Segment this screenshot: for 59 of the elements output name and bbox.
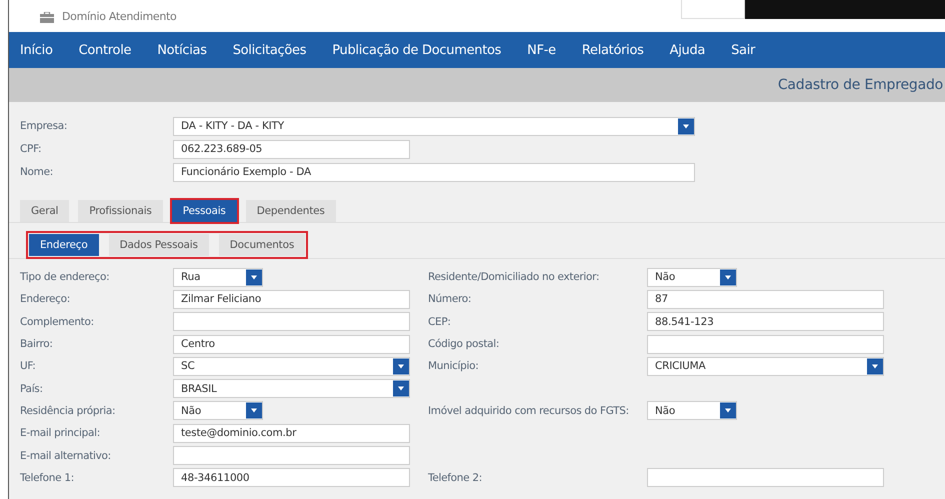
- nav-link[interactable]: Ajuda: [670, 42, 706, 58]
- field-label: Código postal:: [428, 338, 500, 350]
- nav-link[interactable]: Sair: [731, 42, 756, 58]
- input-field[interactable]: [173, 312, 410, 332]
- input-field[interactable]: 87: [647, 290, 884, 309]
- field-label: E-mail alternativo:: [20, 450, 112, 462]
- field-label: Telefone 2:: [428, 472, 483, 484]
- tab[interactable]: Endereço: [29, 234, 99, 256]
- field-label: CPF:: [20, 143, 42, 155]
- input-field[interactable]: 48-34611000: [173, 468, 410, 488]
- field-label: Telefone 1:: [20, 472, 75, 484]
- nav-link[interactable]: Publicação de Documentos: [332, 42, 502, 58]
- input-field[interactable]: teste@dominio.com.br: [173, 424, 410, 443]
- field-label: Empresa:: [20, 120, 68, 132]
- field-label: Bairro:: [20, 338, 54, 350]
- field-label: CEP:: [428, 316, 452, 328]
- input-field[interactable]: Funcionário Exemplo - DA: [173, 162, 695, 182]
- dropdown[interactable]: Não: [647, 268, 737, 287]
- nav-link[interactable]: Relatórios: [582, 42, 644, 58]
- dropdown[interactable]: SC: [173, 356, 410, 376]
- field-label: Número:: [428, 293, 472, 306]
- app-title: Domínio Atendimento: [62, 10, 176, 23]
- dropdown[interactable]: Rua: [173, 268, 263, 287]
- briefcase-icon: [40, 12, 54, 23]
- input-field[interactable]: 88.541-123: [647, 312, 884, 332]
- input-field[interactable]: [173, 446, 410, 466]
- field-label: País:: [20, 382, 44, 395]
- input-field[interactable]: [647, 334, 884, 354]
- tab[interactable]: Documentos: [218, 234, 306, 256]
- dropdown[interactable]: Não: [173, 401, 263, 420]
- dropdown[interactable]: Não: [647, 401, 737, 420]
- nav-link[interactable]: Controle: [78, 42, 132, 58]
- input-field[interactable]: Centro: [173, 334, 410, 354]
- page-title: Cadastro de Empregado: [778, 77, 944, 93]
- nav-link[interactable]: Início: [20, 42, 53, 58]
- field-label: Residente/Domiciliado no exterior:: [428, 271, 600, 284]
- field-label: Imóvel adquirido com recursos do FGTS:: [428, 404, 630, 417]
- input-field[interactable]: [647, 468, 884, 488]
- field-label: Residência própria:: [20, 404, 116, 417]
- tab[interactable]: Pessoais: [172, 200, 237, 222]
- dropdown[interactable]: BRASIL: [173, 379, 410, 398]
- field-label: E-mail principal:: [20, 427, 101, 440]
- field-label: Endereço:: [20, 293, 71, 306]
- field-label: Município:: [428, 360, 480, 372]
- input-field[interactable]: 062.223.689-05: [173, 140, 410, 158]
- input-field[interactable]: Zilmar Feliciano: [173, 290, 410, 309]
- dropdown[interactable]: DA - KITY - DA - KITY: [173, 116, 695, 136]
- nav-link[interactable]: Notícias: [157, 42, 207, 58]
- dropdown[interactable]: CRICIUMA: [647, 356, 884, 376]
- nav-link[interactable]: Solicitações: [232, 42, 306, 58]
- tab[interactable]: Dependentes: [246, 200, 336, 222]
- field-label: Nome:: [20, 166, 54, 178]
- tab[interactable]: Profissionais: [78, 200, 163, 222]
- field-label: Complemento:: [20, 316, 95, 328]
- field-label: UF:: [20, 360, 37, 372]
- tab[interactable]: Dados Pessoais: [108, 234, 209, 256]
- nav-link[interactable]: NF-e: [527, 42, 556, 58]
- tab[interactable]: Geral: [20, 200, 70, 222]
- field-label: Tipo de endereço:: [20, 271, 110, 284]
